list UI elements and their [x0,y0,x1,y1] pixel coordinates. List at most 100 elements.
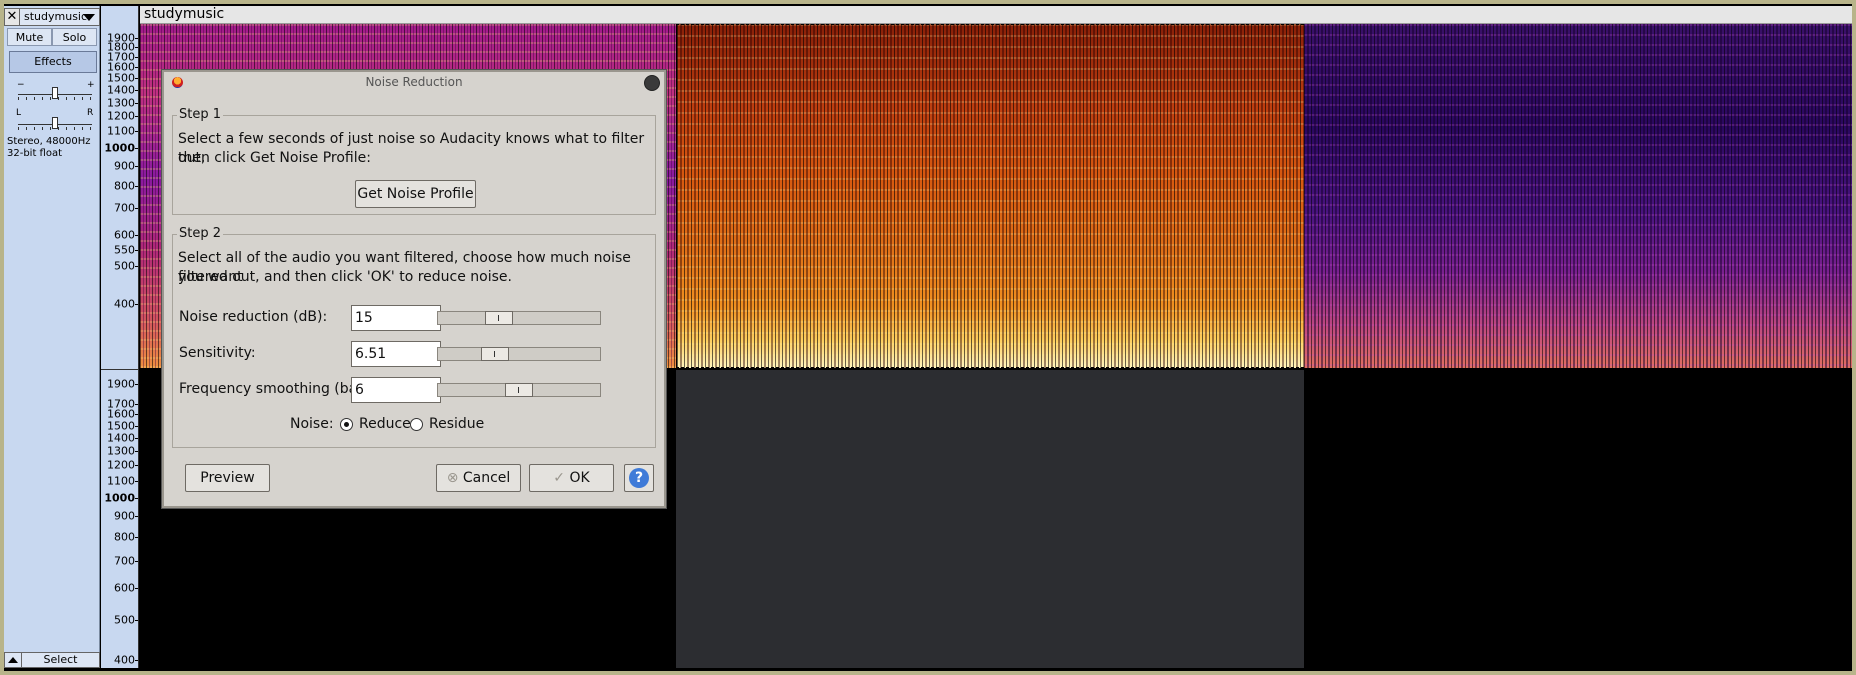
track-name-menu[interactable]: studymusic [20,8,100,26]
ruler-tick [135,131,138,133]
step1-group: Step 1 Select a few seconds of just nois… [172,107,656,215]
ok-button-label: OK [569,470,590,486]
ruler-label: 1100 [107,474,135,488]
ruler-label: 500 [114,613,135,627]
ruler-tick [135,147,138,149]
track-control-panel: ✕ studymusic Mute Solo Effects − + L R S… [4,6,100,668]
track-footer: Select [4,652,100,668]
track-bit-depth: 32-bit float [7,148,63,159]
frequency-smoothing-slider[interactable] [437,383,601,397]
ruler-label: 800 [114,179,135,193]
ruler-tick [135,480,138,482]
ruler-label: 1300 [107,96,135,110]
ruler-tick [135,451,138,453]
track-title-bar[interactable]: studymusic [140,6,1852,24]
ruler-tick [135,620,138,622]
noise-reduction-label: Noise reduction (dB): [179,309,328,325]
ruler-tick [135,165,138,167]
frequency-smoothing-input[interactable]: 6 [351,377,441,403]
track-close-button[interactable]: ✕ [4,8,20,26]
residue-radio-label[interactable]: Residue [429,415,484,434]
select-track-button[interactable]: Select [22,652,100,668]
selection-outline [676,24,1304,368]
ruler-tick [135,384,138,385]
cancel-button[interactable]: ⊗ Cancel [436,464,521,492]
dialog-close-button[interactable] [644,75,660,91]
track-format: Stereo, 48000Hz [7,136,91,147]
lower-channel-selection[interactable] [676,370,1304,668]
ruler-tick [135,78,138,80]
residue-radio[interactable] [410,418,423,431]
ruler-tick [135,208,138,210]
audacity-app-icon [172,77,183,88]
step1-title: Step 1 [177,107,224,122]
ruler-tick [135,304,138,305]
ruler-label: 700 [114,554,135,568]
get-noise-profile-button[interactable]: Get Noise Profile [355,180,476,208]
ruler-label: 700 [114,201,135,215]
ruler-tick [135,116,138,118]
cancel-button-label: Cancel [462,470,511,486]
gain-slider[interactable] [14,86,96,100]
sensitivity-slider[interactable] [437,347,601,361]
ruler-tick [135,560,138,562]
mute-button[interactable]: Mute [7,28,52,46]
ruler-label: 1200 [107,458,135,472]
ok-button[interactable]: ✓ OK [529,464,614,492]
ruler-tick [135,102,138,104]
chevron-down-icon [83,14,95,21]
noise-reduction-slider-thumb[interactable] [485,311,513,325]
pan-slider-thumb[interactable] [52,117,58,129]
ruler-tick [135,67,138,69]
dialog-title: Noise Reduction [365,75,463,89]
ruler-tick [135,660,138,661]
ruler-label: 600 [114,228,135,242]
ruler-tick [135,38,138,39]
collapse-track-button[interactable] [4,652,22,668]
ruler-label: 900 [114,159,135,173]
ruler-tick [135,47,138,49]
help-button[interactable]: ? [624,464,654,492]
track-name-label: studymusic [24,10,88,23]
ruler-tick [135,414,138,416]
ruler-tick [135,438,138,440]
ruler-tick [135,90,138,92]
frequency-smoothing-slider-thumb[interactable] [505,383,533,397]
ruler-label: 400 [114,653,135,667]
ruler-tick [135,588,138,590]
ruler-tick [135,249,138,251]
reduce-radio[interactable] [340,418,353,431]
ruler-label: 1400 [107,83,135,97]
pan-slider[interactable] [14,116,96,130]
ruler-tick [135,234,138,236]
ruler-tick [135,537,138,539]
ruler-tick [135,465,138,467]
check-icon: ✓ [553,470,570,486]
ruler-label: 1200 [107,109,135,123]
sensitivity-slider-thumb[interactable] [481,347,509,361]
reduce-radio-label[interactable]: Reduce [359,415,411,434]
track-header: ✕ studymusic [4,8,100,26]
solo-button[interactable]: Solo [52,28,97,46]
ruler-label: 400 [114,297,135,311]
ruler-channel-divider [101,369,139,370]
preview-button[interactable]: Preview [185,464,270,492]
ruler-tick [135,185,138,187]
spectrogram-right-segment[interactable] [1304,24,1852,368]
sensitivity-input[interactable]: 6.51 [351,341,441,367]
step1-text-line2: then click Get Noise Profile: [178,150,371,166]
ruler-label: 1900 [107,377,135,391]
frequency-ruler[interactable]: 1900 1800 1700 1600 1500 1400 1300 1200 1100 1000… [101,6,139,668]
noise-reduction-slider[interactable] [437,311,601,325]
noise-mode-label: Noise: [290,416,334,432]
ruler-label: 600 [114,581,135,595]
ruler-label: 1300 [107,444,135,458]
effects-button[interactable]: Effects [9,51,97,73]
ruler-label: 1500 [107,419,135,433]
gain-slider-thumb[interactable] [52,87,58,99]
ruler-tick [135,56,138,58]
noise-reduction-input[interactable]: 15 [351,305,441,331]
ruler-label: 1000 [104,491,135,505]
dialog-titlebar[interactable]: Noise Reduction [164,72,664,92]
ruler-label: 1400 [107,431,135,445]
